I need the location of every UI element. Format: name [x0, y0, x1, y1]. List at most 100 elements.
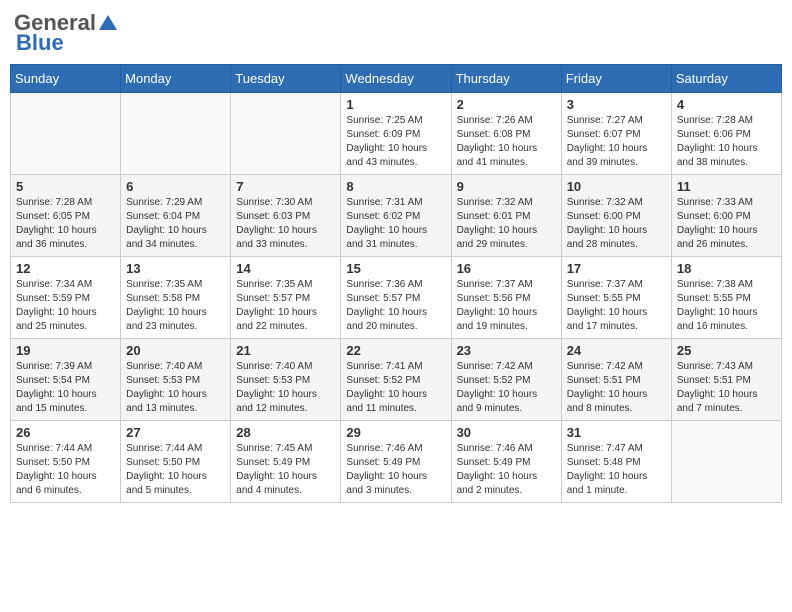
- calendar-cell: 1Sunrise: 7:25 AM Sunset: 6:09 PM Daylig…: [341, 93, 451, 175]
- day-info: Sunrise: 7:35 AM Sunset: 5:57 PM Dayligh…: [236, 278, 335, 334]
- day-number: 23: [457, 343, 556, 358]
- day-number: 22: [346, 343, 445, 358]
- day-number: 19: [16, 343, 115, 358]
- day-number: 12: [16, 261, 115, 276]
- calendar-cell: 2 Sunrise: 7:26 AM Sunset: 6:08 PM Daylig…: [451, 93, 561, 175]
- calendar-table: SundayMondayTuesdayWednesdayThursdayFrid…: [10, 64, 782, 503]
- calendar-cell: 21 Sunrise: 7:40 AM Sunset: 5:53 PM Dayli…: [231, 339, 341, 421]
- calendar-cell: 31Sunrise: 7:47 AM Sunset: 5:48 PM Dayli…: [561, 421, 671, 503]
- day-number: 21: [236, 343, 335, 358]
- calendar-cell: 11 Sunrise: 7:33 AM Sunset: 6:00 PM Dayli…: [671, 175, 781, 257]
- calendar-cell: 15 Sunrise: 7:36 AM Sunset: 5:57 PM Dayli…: [341, 257, 451, 339]
- day-info: Sunrise: 7:43 AM Sunset: 5:51 PM Dayligh…: [677, 360, 776, 416]
- calendar-cell: 19 Sunrise: 7:39 AM Sunset: 5:54 PM Dayli…: [11, 339, 121, 421]
- day-info: Sunrise: 7:44 AM Sunset: 5:50 PM Dayligh…: [16, 442, 115, 498]
- logo: General Blue: [14, 10, 120, 56]
- calendar-cell: 13 Sunrise: 7:35 AM Sunset: 5:58 PM Dayli…: [121, 257, 231, 339]
- day-number: 29: [346, 425, 445, 440]
- day-info: Sunrise: 7:35 AM Sunset: 5:58 PM Dayligh…: [126, 278, 225, 334]
- day-info: Sunrise: 7:33 AM Sunset: 6:00 PM Dayligh…: [677, 196, 776, 252]
- calendar-cell: 10Sunrise: 7:32 AM Sunset: 6:00 PM Dayli…: [561, 175, 671, 257]
- day-number: 28: [236, 425, 335, 440]
- day-number: 10: [567, 179, 666, 194]
- calendar-cell: 18Sunrise: 7:38 AM Sunset: 5:55 PM Dayli…: [671, 257, 781, 339]
- calendar-cell: 16 Sunrise: 7:37 AM Sunset: 5:56 PM Dayli…: [451, 257, 561, 339]
- day-header-friday: Friday: [561, 65, 671, 93]
- calendar-cell: [121, 93, 231, 175]
- calendar-cell: 17 Sunrise: 7:37 AM Sunset: 5:55 PM Dayli…: [561, 257, 671, 339]
- day-number: 11: [677, 179, 776, 194]
- day-number: 27: [126, 425, 225, 440]
- calendar-cell: [11, 93, 121, 175]
- day-number: 7: [236, 179, 335, 194]
- calendar-cell: [671, 421, 781, 503]
- day-number: 4: [677, 97, 776, 112]
- week-row-3: 12 Sunrise: 7:34 AM Sunset: 5:59 PM Dayli…: [11, 257, 782, 339]
- day-info: Sunrise: 7:34 AM Sunset: 5:59 PM Dayligh…: [16, 278, 115, 334]
- day-header-thursday: Thursday: [451, 65, 561, 93]
- day-info: Sunrise: 7:47 AM Sunset: 5:48 PM Dayligh…: [567, 442, 666, 498]
- day-info: Sunrise: 7:25 AM Sunset: 6:09 PM Dayligh…: [346, 114, 445, 170]
- day-number: 24: [567, 343, 666, 358]
- logo-icon: [97, 12, 119, 34]
- day-header-wednesday: Wednesday: [341, 65, 451, 93]
- day-header-sunday: Sunday: [11, 65, 121, 93]
- calendar-cell: 24 Sunrise: 7:42 AM Sunset: 5:51 PM Dayli…: [561, 339, 671, 421]
- day-number: 14: [236, 261, 335, 276]
- day-header-monday: Monday: [121, 65, 231, 93]
- day-number: 2: [457, 97, 556, 112]
- day-info: Sunrise: 7:41 AM Sunset: 5:52 PM Dayligh…: [346, 360, 445, 416]
- day-info: Sunrise: 7:32 AM Sunset: 6:01 PM Dayligh…: [457, 196, 556, 252]
- calendar-cell: 7 Sunrise: 7:30 AM Sunset: 6:03 PM Daylig…: [231, 175, 341, 257]
- day-number: 30: [457, 425, 556, 440]
- day-info: Sunrise: 7:44 AM Sunset: 5:50 PM Dayligh…: [126, 442, 225, 498]
- calendar-cell: [231, 93, 341, 175]
- day-number: 17: [567, 261, 666, 276]
- week-row-1: 1Sunrise: 7:25 AM Sunset: 6:09 PM Daylig…: [11, 93, 782, 175]
- day-number: 16: [457, 261, 556, 276]
- calendar-cell: 9Sunrise: 7:32 AM Sunset: 6:01 PM Daylig…: [451, 175, 561, 257]
- day-header-tuesday: Tuesday: [231, 65, 341, 93]
- calendar-cell: 22 Sunrise: 7:41 AM Sunset: 5:52 PM Dayli…: [341, 339, 451, 421]
- day-info: Sunrise: 7:46 AM Sunset: 5:49 PM Dayligh…: [346, 442, 445, 498]
- week-row-5: 26 Sunrise: 7:44 AM Sunset: 5:50 PM Dayli…: [11, 421, 782, 503]
- logo-blue-text: Blue: [14, 30, 64, 56]
- day-info: Sunrise: 7:37 AM Sunset: 5:56 PM Dayligh…: [457, 278, 556, 334]
- day-info: Sunrise: 7:36 AM Sunset: 5:57 PM Dayligh…: [346, 278, 445, 334]
- day-number: 20: [126, 343, 225, 358]
- day-number: 25: [677, 343, 776, 358]
- calendar-cell: 3Sunrise: 7:27 AM Sunset: 6:07 PM Daylig…: [561, 93, 671, 175]
- day-info: Sunrise: 7:29 AM Sunset: 6:04 PM Dayligh…: [126, 196, 225, 252]
- day-info: Sunrise: 7:30 AM Sunset: 6:03 PM Dayligh…: [236, 196, 335, 252]
- day-number: 5: [16, 179, 115, 194]
- calendar-cell: 4 Sunrise: 7:28 AM Sunset: 6:06 PM Daylig…: [671, 93, 781, 175]
- calendar-cell: 28Sunrise: 7:45 AM Sunset: 5:49 PM Dayli…: [231, 421, 341, 503]
- calendar-cell: 14 Sunrise: 7:35 AM Sunset: 5:57 PM Dayli…: [231, 257, 341, 339]
- calendar-cell: 20 Sunrise: 7:40 AM Sunset: 5:53 PM Dayli…: [121, 339, 231, 421]
- day-number: 15: [346, 261, 445, 276]
- day-header-saturday: Saturday: [671, 65, 781, 93]
- calendar-cell: 5 Sunrise: 7:28 AM Sunset: 6:05 PM Daylig…: [11, 175, 121, 257]
- day-info: Sunrise: 7:42 AM Sunset: 5:52 PM Dayligh…: [457, 360, 556, 416]
- calendar-cell: 26 Sunrise: 7:44 AM Sunset: 5:50 PM Dayli…: [11, 421, 121, 503]
- calendar-cell: 27 Sunrise: 7:44 AM Sunset: 5:50 PM Dayli…: [121, 421, 231, 503]
- day-number: 18: [677, 261, 776, 276]
- day-info: Sunrise: 7:39 AM Sunset: 5:54 PM Dayligh…: [16, 360, 115, 416]
- day-info: Sunrise: 7:28 AM Sunset: 6:05 PM Dayligh…: [16, 196, 115, 252]
- day-info: Sunrise: 7:42 AM Sunset: 5:51 PM Dayligh…: [567, 360, 666, 416]
- day-info: Sunrise: 7:28 AM Sunset: 6:06 PM Dayligh…: [677, 114, 776, 170]
- day-info: Sunrise: 7:40 AM Sunset: 5:53 PM Dayligh…: [126, 360, 225, 416]
- day-info: Sunrise: 7:26 AM Sunset: 6:08 PM Dayligh…: [457, 114, 556, 170]
- day-info: Sunrise: 7:40 AM Sunset: 5:53 PM Dayligh…: [236, 360, 335, 416]
- header: General Blue: [10, 10, 782, 56]
- day-info: Sunrise: 7:37 AM Sunset: 5:55 PM Dayligh…: [567, 278, 666, 334]
- day-number: 26: [16, 425, 115, 440]
- calendar-cell: 8Sunrise: 7:31 AM Sunset: 6:02 PM Daylig…: [341, 175, 451, 257]
- calendar-cell: 25 Sunrise: 7:43 AM Sunset: 5:51 PM Dayli…: [671, 339, 781, 421]
- calendar-cell: 6Sunrise: 7:29 AM Sunset: 6:04 PM Daylig…: [121, 175, 231, 257]
- day-info: Sunrise: 7:31 AM Sunset: 6:02 PM Dayligh…: [346, 196, 445, 252]
- week-row-4: 19 Sunrise: 7:39 AM Sunset: 5:54 PM Dayli…: [11, 339, 782, 421]
- week-row-2: 5 Sunrise: 7:28 AM Sunset: 6:05 PM Daylig…: [11, 175, 782, 257]
- day-number: 13: [126, 261, 225, 276]
- calendar-cell: 12 Sunrise: 7:34 AM Sunset: 5:59 PM Dayli…: [11, 257, 121, 339]
